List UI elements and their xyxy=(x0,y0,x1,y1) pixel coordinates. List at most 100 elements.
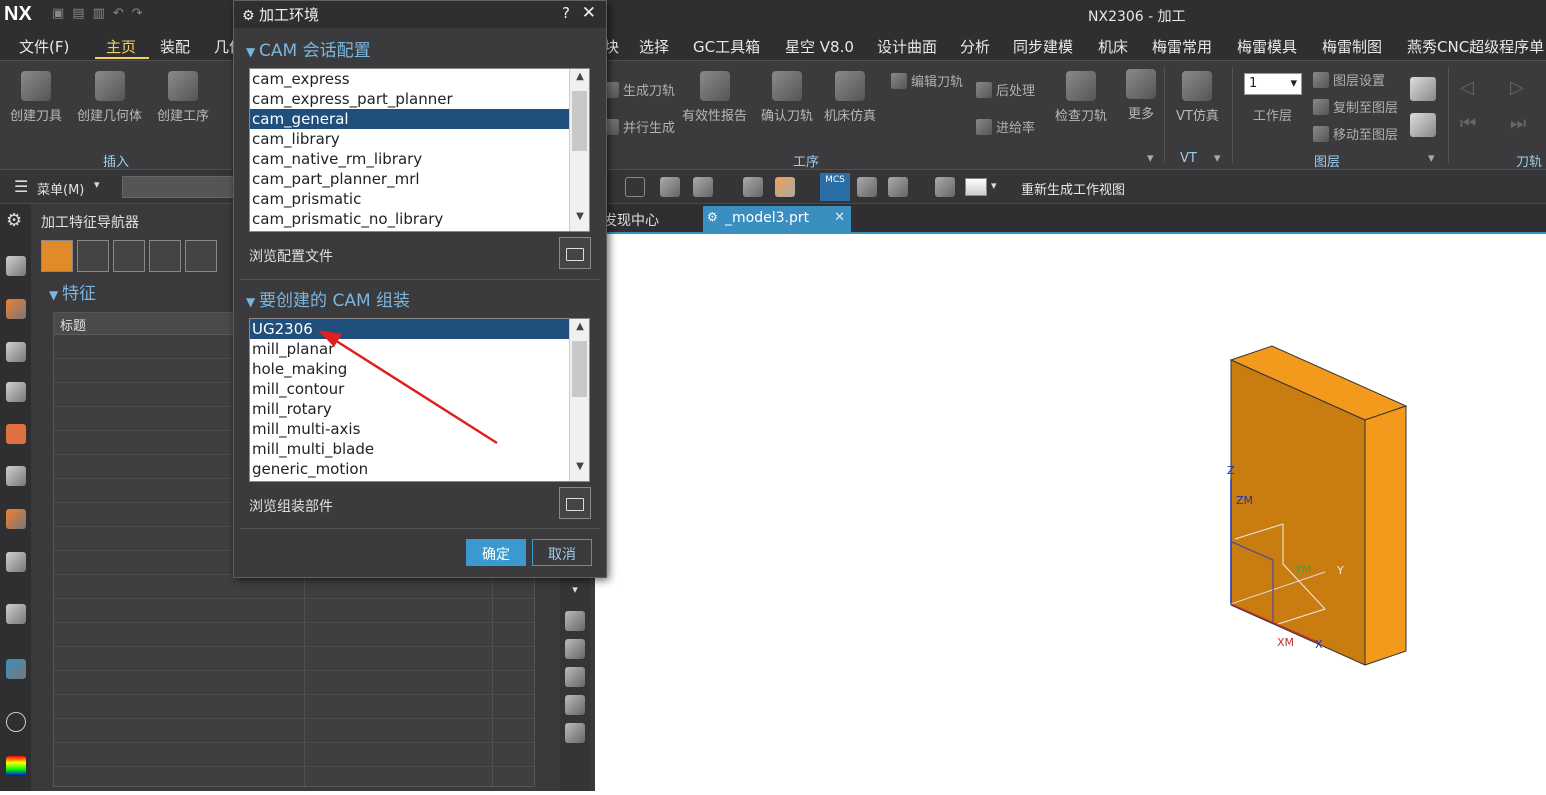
feedrate-button[interactable]: 进给率 xyxy=(976,117,1035,136)
hide-icon[interactable] xyxy=(888,177,908,197)
list-item[interactable]: mill_contour xyxy=(250,379,589,399)
create-geometry-button[interactable]: 创建几何体 xyxy=(77,71,142,124)
list-item[interactable]: UG2306 xyxy=(250,319,589,339)
feature-lock-icon[interactable] xyxy=(149,240,181,272)
list-item[interactable]: mill_multi-axis xyxy=(250,419,589,439)
check-toolpath-button[interactable]: 检查刀轨 xyxy=(1055,71,1107,124)
edit-toolpath-button[interactable]: 编辑刀轨 xyxy=(891,71,963,90)
rotate-icon[interactable] xyxy=(565,695,585,715)
save-all-icon[interactable]: ▥ xyxy=(93,6,105,21)
tool-library-icon[interactable] xyxy=(6,509,26,529)
list-item[interactable]: mill_planar xyxy=(250,339,589,359)
create-operation-button[interactable]: 创建工序 xyxy=(157,71,209,124)
menu-gc-toolbox[interactable]: GC工具箱 xyxy=(693,36,760,57)
assembly-section-header[interactable]: ▼ 要创建的 CAM 组装 xyxy=(246,286,410,311)
generate-toolpath-button[interactable]: 生成刀轨 xyxy=(603,80,675,99)
cancel-button[interactable]: 取消 xyxy=(532,539,592,566)
wcs-icon[interactable] xyxy=(935,177,955,197)
scrollbar-thumb[interactable] xyxy=(572,91,587,151)
list-item[interactable]: cam_part_planner_mrl xyxy=(250,169,589,189)
scroll-down-icon[interactable]: ▼ xyxy=(570,461,589,479)
menu-assembly[interactable]: 装配 xyxy=(160,36,190,57)
operations-group-dropdown-icon[interactable]: ▾ xyxy=(1147,151,1154,166)
step-back-icon[interactable]: ⏮ xyxy=(1460,113,1476,134)
undo-icon[interactable]: ↶ xyxy=(113,6,124,21)
view-cube-icon[interactable] xyxy=(660,177,680,197)
assembly-navigator-icon[interactable] xyxy=(6,299,26,319)
scroll-up-icon[interactable]: ▲ xyxy=(570,71,589,89)
menu-home[interactable]: 主页 xyxy=(106,36,136,57)
feature-view-icon[interactable] xyxy=(77,240,109,272)
menu-machine[interactable]: 机床 xyxy=(1098,36,1128,57)
menu-select[interactable]: 选择 xyxy=(639,36,669,57)
view-zoom-icon[interactable] xyxy=(565,667,585,687)
menu-dropdown[interactable]: 菜单(M) xyxy=(37,179,84,198)
view-fit-icon[interactable] xyxy=(565,639,585,659)
shaded-icon[interactable] xyxy=(743,177,763,197)
redo-icon[interactable]: ↷ xyxy=(132,6,143,21)
list-item[interactable]: mill_multi_blade xyxy=(250,439,589,459)
machine-simulation-button[interactable]: 机床仿真 xyxy=(824,71,876,124)
shaded-edges-icon[interactable] xyxy=(775,177,795,197)
list-item[interactable]: cam_native_rm_library xyxy=(250,149,589,169)
cam-assembly-list[interactable]: UG2306 mill_planar hole_making mill_cont… xyxy=(249,318,590,482)
layer-settings-button[interactable]: 图层设置 xyxy=(1313,70,1385,89)
menu-sync-modeling[interactable]: 同步建模 xyxy=(1013,36,1073,57)
play-forward-icon[interactable]: ▷ xyxy=(1510,77,1524,98)
fixture-icon[interactable] xyxy=(6,552,26,572)
list-item[interactable]: hole_making xyxy=(250,359,589,379)
more-button[interactable]: 更多 xyxy=(1126,69,1156,122)
graphics-viewport[interactable]: Z ZM Y YM XM X xyxy=(595,234,1546,791)
menu-meilei-drawing[interactable]: 梅雷制图 xyxy=(1322,36,1382,57)
step-forward-icon[interactable]: ⏭ xyxy=(1510,113,1526,134)
list-item[interactable]: cam_general xyxy=(250,109,589,129)
hexagon-icon[interactable] xyxy=(625,177,645,197)
show-hide-icon[interactable] xyxy=(857,177,877,197)
menu-analysis[interactable]: 分析 xyxy=(960,36,990,57)
layer-visibility-icon[interactable] xyxy=(1410,113,1436,137)
work-layer-select[interactable]: 1 ▾ xyxy=(1244,73,1302,95)
play-back-icon[interactable]: ◁ xyxy=(1460,77,1474,98)
move-to-layer-button[interactable]: 移动至图层 xyxy=(1313,124,1398,143)
verify-toolpath-button[interactable]: 确认刀轨 xyxy=(761,71,813,124)
settings-gear-icon[interactable]: ⚙ xyxy=(6,210,26,231)
find-features-icon[interactable] xyxy=(41,240,73,272)
vt-simulation-button[interactable]: VT仿真 xyxy=(1176,71,1219,124)
view-orient-icon[interactable] xyxy=(565,611,585,631)
create-tool-button[interactable]: 创建刀具 xyxy=(10,71,62,124)
scrollbar-thumb[interactable] xyxy=(572,341,587,397)
mcs-button[interactable]: MCS xyxy=(820,173,850,201)
copy-to-layer-button[interactable]: 复制至图层 xyxy=(1313,97,1398,116)
browse-assembly-button[interactable] xyxy=(559,487,591,519)
session-config-list[interactable]: cam_express cam_express_part_planner cam… xyxy=(249,68,590,232)
layer-group-dropdown-icon[interactable]: ▾ xyxy=(1428,151,1435,166)
dialog-title-bar[interactable]: ⚙ 加工环境 ? ✕ xyxy=(234,1,606,28)
features-section-header[interactable]: ▼ 特征 xyxy=(49,279,96,304)
tab-discovery-center[interactable]: 发现中心 xyxy=(603,210,659,230)
operation-navigator-icon[interactable] xyxy=(6,382,26,402)
machining-feature-navigator-icon[interactable] xyxy=(6,424,26,444)
info-icon[interactable] xyxy=(6,604,26,624)
palette-icon[interactable] xyxy=(6,756,26,776)
menu-file[interactable]: 文件(F) xyxy=(19,36,69,57)
part-navigator-icon[interactable] xyxy=(6,256,26,276)
scrollbar[interactable]: ▲ ▼ xyxy=(569,69,589,231)
list-item[interactable]: cam_prismatic_no_library xyxy=(250,209,589,229)
list-item[interactable]: cam_express xyxy=(250,69,589,89)
regenerate-work-view-button[interactable]: 重新生成工作视图 xyxy=(1021,179,1125,198)
command-search-input[interactable] xyxy=(122,176,240,198)
background-color-icon[interactable] xyxy=(965,178,987,196)
menu-design-surface[interactable]: 设计曲面 xyxy=(877,36,937,57)
chevron-down-icon[interactable]: ▾ xyxy=(565,583,585,603)
parallel-generate-button[interactable]: 并行生成 xyxy=(603,117,675,136)
vt-group-dropdown-icon[interactable]: ▾ xyxy=(1214,151,1221,166)
machine-tool-navigator-icon[interactable] xyxy=(6,466,26,486)
ok-button[interactable]: 确定 xyxy=(466,539,526,566)
save-as-icon[interactable]: ▤ xyxy=(72,6,84,21)
list-item[interactable]: generic_motion xyxy=(250,459,589,479)
layers-icon[interactable] xyxy=(1410,77,1436,101)
menu-meilei-mold[interactable]: 梅雷模具 xyxy=(1237,36,1297,57)
menu-yanxiu-cnc[interactable]: 燕秀CNC超级程序单 xyxy=(1407,36,1544,57)
validity-report-button[interactable]: 有效性报告 xyxy=(682,71,747,124)
tab-model3[interactable]: ⚙ _model3.prt ✕ xyxy=(703,206,851,233)
